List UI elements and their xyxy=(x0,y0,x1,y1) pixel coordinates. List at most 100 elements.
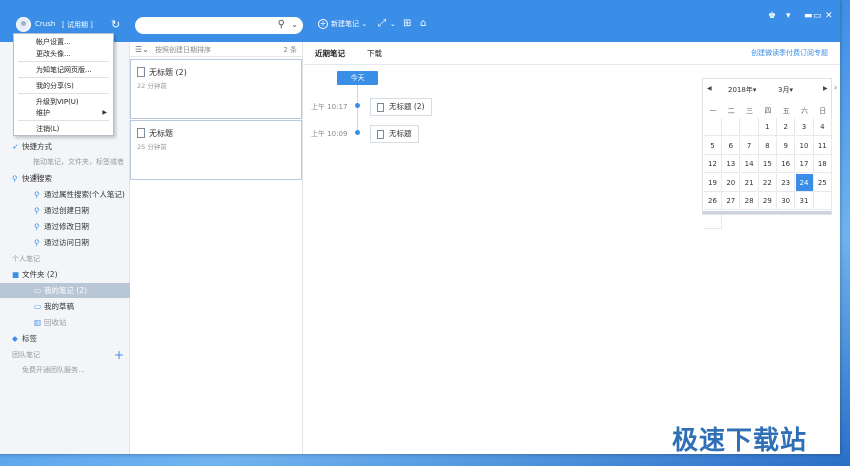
search-icon[interactable]: ⚲ xyxy=(278,19,285,30)
team-hint[interactable]: 免费开通团队服务... xyxy=(0,363,130,378)
calendar-day[interactable]: 3 xyxy=(795,118,814,136)
calendar-day[interactable]: 30 xyxy=(777,192,796,210)
watermark: 极速下载站 xyxy=(672,426,808,456)
sidebar-item-search-attr[interactable]: ⚲ 通过属性搜索(个人笔记) xyxy=(0,187,130,202)
menu-item-my-share[interactable]: 我的分享(S) xyxy=(36,81,74,91)
sidebar-item-my-notes[interactable]: ▭ 我的笔记 (2) xyxy=(0,283,130,298)
weekday-label: 三 xyxy=(746,107,754,115)
timeline-time: 上午 10:09 xyxy=(311,130,348,138)
calendar-day[interactable]: 17 xyxy=(795,155,814,173)
signal-icon[interactable]: ▾ xyxy=(786,11,791,21)
calendar-day[interactable]: 11 xyxy=(813,136,832,155)
timeline-dot xyxy=(355,130,360,135)
calendar-day[interactable]: 6 xyxy=(722,136,741,155)
top-toolbar: Crush [ 试用期 ] ↻ ⚲ ⌄ + 新建笔记 ⌄ ⤢ ⌄ ⊞ ⌂ ♚ ▾ … xyxy=(0,0,840,42)
trial-badge: [ 试用期 ] xyxy=(62,21,93,29)
app-window: Crush [ 试用期 ] ↻ ⚲ ⌄ + 新建笔记 ⌄ ⤢ ⌄ ⊞ ⌂ ♚ ▾ … xyxy=(0,0,840,454)
weekday-label: 六 xyxy=(801,107,808,115)
sidebar-item-search-accessed[interactable]: ⚲ 通过访问日期 xyxy=(0,235,130,250)
calendar-day[interactable]: 9 xyxy=(777,136,796,155)
weekday-label: 二 xyxy=(727,107,735,115)
calendar-scrollbar[interactable] xyxy=(703,211,831,214)
timeline-note[interactable]: 无标题 xyxy=(370,125,419,143)
sort-dropdown[interactable]: 按照创建日期排序 xyxy=(155,45,211,55)
calendar-day[interactable]: 13 xyxy=(722,155,741,173)
sidebar-item-shortcuts[interactable]: ➶ 快捷方式 xyxy=(0,139,130,154)
calendar-day[interactable]: 5 xyxy=(704,136,722,155)
calendar-day[interactable]: 14 xyxy=(740,155,759,173)
menu-separator xyxy=(18,61,109,62)
menu-item-logout[interactable]: 注销(L) xyxy=(36,124,59,134)
sidebar-item-recycle[interactable]: ▥ 回收站 xyxy=(0,315,130,330)
add-team-icon[interactable]: + xyxy=(114,348,124,362)
minimize-icon[interactable]: ▬ xyxy=(804,11,813,21)
sidebar-item-quick-search[interactable]: ⚲ 快速搜索 xyxy=(0,171,130,186)
calendar-day[interactable]: 16 xyxy=(777,155,796,173)
menu-item-web-version[interactable]: 为知笔记网页版... xyxy=(36,65,92,75)
calendar-day[interactable]: 10 xyxy=(795,136,814,155)
calendar-day[interactable]: 8 xyxy=(758,136,777,155)
note-title: 无标题 xyxy=(149,129,173,138)
tab-recent[interactable]: 近期笔记 xyxy=(315,48,345,59)
menu-item-upgrade-vip[interactable]: 升级到VIP(U) xyxy=(36,97,79,107)
subscribe-link[interactable]: 创建微读季付费订阅专题 xyxy=(751,48,828,58)
calendar-day[interactable]: 15 xyxy=(758,155,777,173)
note-card[interactable]: 无标题 25 分钟前 xyxy=(130,120,302,180)
sidebar-item-folder[interactable]: ■ 文件夹 (2) xyxy=(0,267,130,282)
grid-icon[interactable]: ⊞ xyxy=(403,18,411,29)
calendar-day[interactable]: 18 xyxy=(813,155,832,173)
sync-icon[interactable]: ↻ xyxy=(111,18,120,31)
calendar-day[interactable]: 19 xyxy=(704,173,722,192)
calendar-day[interactable]: 12 xyxy=(704,155,722,173)
sidebar-item-drafts[interactable]: ▭ 我的草稿 xyxy=(0,299,130,314)
calendar-day[interactable]: 21 xyxy=(740,173,759,192)
note-card[interactable]: 无标题 (2) 22 分钟前 xyxy=(130,59,302,119)
calendar-day[interactable]: 23 xyxy=(777,173,796,192)
next-month-icon[interactable]: ▶ xyxy=(823,85,828,92)
home-icon[interactable]: ⌂ xyxy=(420,18,426,29)
sort-icon[interactable]: ☰⌄ xyxy=(135,45,149,54)
calendar-day[interactable]: 4 xyxy=(813,118,832,136)
calendar-day xyxy=(813,192,832,210)
calendar-day xyxy=(722,118,741,136)
calendar-day[interactable]: 25 xyxy=(813,173,832,192)
main-panel: 近期笔记 下载 创建微读季付费订阅专题 今天 上午 10:17 无标题 (2) … xyxy=(303,42,840,454)
chevron-down-icon[interactable]: ⌄ xyxy=(291,20,298,29)
sidebar-item-tags[interactable]: ◆ 标签 xyxy=(0,331,130,346)
year-select[interactable]: 2018年▾ xyxy=(728,85,756,95)
month-select[interactable]: 3月▾ xyxy=(778,85,793,95)
calendar-day[interactable]: 22 xyxy=(758,173,777,192)
maximize-icon[interactable]: ▭ xyxy=(813,11,822,21)
calendar-day[interactable]: 7 xyxy=(740,136,759,155)
calendar-day[interactable]: 28 xyxy=(740,192,759,210)
close-icon[interactable]: ✕ xyxy=(825,11,833,21)
calendar-day[interactable]: 20 xyxy=(722,173,741,192)
search-input[interactable]: ⚲ ⌄ xyxy=(135,17,303,34)
calendar-day[interactable]: 29 xyxy=(758,192,777,210)
avatar[interactable] xyxy=(16,17,31,32)
new-note-button[interactable]: + 新建笔记 ⌄ xyxy=(318,19,367,29)
calendar-day[interactable]: 27 xyxy=(722,192,741,210)
calendar-day[interactable]: 31 xyxy=(795,192,814,210)
prev-month-icon[interactable]: ◀ xyxy=(707,85,712,92)
calendar-day[interactable]: 26 xyxy=(704,192,722,210)
chevron-down-icon[interactable]: ⌄ xyxy=(390,20,396,28)
today-button[interactable]: 今天 xyxy=(337,71,378,85)
chevron-right-icon[interactable]: › xyxy=(834,83,837,92)
username[interactable]: Crush xyxy=(35,20,55,28)
calendar-day[interactable]: 2 xyxy=(777,118,796,136)
weekday-label: 一 xyxy=(709,107,717,115)
weekday-label: 五 xyxy=(782,107,790,115)
sidebar-item-search-created[interactable]: ⚲ 通过创建日期 xyxy=(0,203,130,218)
menu-item-account-settings[interactable]: 帐户设置... xyxy=(36,37,71,47)
tab-download[interactable]: 下载 xyxy=(367,48,382,59)
menu-item-change-avatar[interactable]: 更改头像... xyxy=(36,49,71,59)
shirt-icon[interactable]: ♚ xyxy=(768,11,776,21)
calendar-day-selected[interactable]: 24 xyxy=(795,173,814,192)
menu-item-maintenance[interactable]: 维护 xyxy=(36,108,50,118)
sidebar-item-search-modified[interactable]: ⚲ 通过修改日期 xyxy=(0,219,130,234)
folder-icon: ■ xyxy=(12,270,20,279)
timeline-note[interactable]: 无标题 (2) xyxy=(370,98,432,116)
expand-icon[interactable]: ⤢ xyxy=(378,18,386,29)
calendar-day[interactable]: 1 xyxy=(758,118,777,136)
